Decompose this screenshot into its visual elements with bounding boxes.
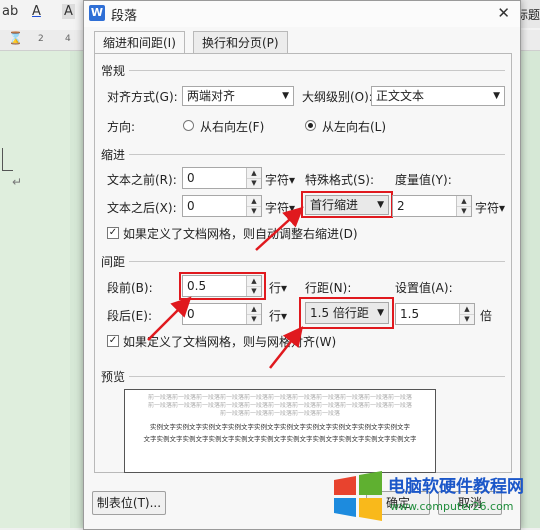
highlight-tool[interactable]: ab (2, 4, 18, 19)
set-value-value: 1.5 (400, 307, 420, 321)
set-value-spinner[interactable]: 1.5 ▲ ▼ (395, 303, 475, 325)
highlight-line-spacing (299, 297, 394, 329)
space-before-unit[interactable]: 行▾ (269, 279, 287, 296)
measure-unit[interactable]: 字符▾ (475, 199, 505, 216)
spin-down-icon[interactable]: ▼ (247, 314, 261, 324)
tab-line-page-breaks[interactable]: 换行和分页(P) (193, 31, 288, 54)
indent-before-unit[interactable]: 字符▾ (265, 171, 295, 188)
close-icon[interactable]: ✕ (497, 4, 510, 22)
ruler-tick: 4 (65, 34, 71, 44)
alignment-value: 两端对齐 (187, 89, 236, 103)
highlight-space-before (179, 272, 266, 300)
alignment-label: 对齐方式(G): (107, 90, 178, 104)
special-format-label: 特殊格式(S): (305, 173, 375, 187)
rtl-label: 从右向左(F) (200, 120, 265, 134)
divider (129, 261, 505, 262)
preview-previous-paragraph: 前一段落前一段落前一段落前一段落前一段落前一段落前一段落前一段落前一段落前一段落… (147, 394, 412, 401)
highlight-special-format (301, 191, 393, 218)
divider (129, 154, 505, 155)
document-page[interactable] (0, 51, 70, 528)
windows-logo-icon (334, 471, 382, 521)
ltr-label: 从左向右(L) (322, 120, 387, 134)
chevron-down-icon: ▼ (282, 91, 289, 101)
preview-previous-paragraph: 前一段落前一段落前一段落前一段落前一段落前一段落前一段落前一段落前一段落前一段落… (147, 402, 412, 409)
measure-spinner[interactable]: 2 ▲ ▼ (392, 195, 472, 217)
outline-level-label: 大纲级别(O): (302, 90, 373, 104)
dialog-title: 段落 (111, 9, 138, 24)
paragraph-mark: ↵ (12, 175, 23, 189)
divider (129, 70, 505, 71)
indent-grid-label: 如果定义了文档网格，则自动调整右缩进(D) (123, 227, 358, 241)
indent-before-value: 0 (187, 171, 195, 185)
space-after-spinner[interactable]: 0 ▲ ▼ (182, 303, 262, 325)
watermark-url: www.computer26.com (390, 500, 514, 513)
space-after-unit[interactable]: 行▾ (269, 307, 287, 324)
indent-after-label: 文本之后(X): (107, 201, 177, 215)
indent-before-spinner[interactable]: 0 ▲ ▼ (182, 167, 262, 189)
section-indent-title: 缩进 (101, 148, 126, 162)
alignment-select[interactable]: 两端对齐 ▼ (182, 86, 294, 106)
spin-down-icon[interactable]: ▼ (460, 314, 474, 324)
divider (129, 376, 505, 377)
char-shading-tool[interactable]: A (62, 4, 75, 19)
indent-after-unit[interactable]: 字符▾ (265, 199, 295, 216)
line-spacing-label: 行距(N): (305, 281, 352, 295)
wps-writer-icon: W (89, 5, 105, 21)
preview-box: 前一段落前一段落前一段落前一段落前一段落前一段落前一段落前一段落前一段落前一段落… (124, 389, 436, 473)
measure-label: 度量值(Y): (395, 173, 452, 187)
site-watermark: 电脑软硬件教程网 www.computer26.com (330, 468, 540, 528)
outline-level-select[interactable]: 正文文本 ▼ (371, 86, 505, 106)
set-value-label: 设置值(A): (395, 281, 453, 295)
preview-sample-text: 实例文字实例文字实例文字实例文字实例文字实例文字实例文字实例文字实例文字实例文字 (150, 423, 410, 431)
spacing-grid-label: 如果定义了文档网格，则与网格对齐(W) (123, 335, 337, 349)
spin-down-icon[interactable]: ▼ (247, 206, 261, 216)
margin-marker (2, 148, 13, 171)
set-value-unit: 倍 (480, 309, 493, 323)
paragraph-dialog: W 段落 ✕ 缩进和间距(I) 换行和分页(P) 常规 对齐方式(G): 两端对… (83, 0, 521, 530)
font-color-tool[interactable]: A (32, 4, 41, 19)
chevron-down-icon: ▼ (493, 91, 500, 101)
spin-down-icon[interactable]: ▼ (247, 178, 261, 188)
indent-grid-checkbox[interactable]: ✓ (107, 227, 119, 239)
indent-before-label: 文本之前(R): (107, 173, 177, 187)
rtl-radio[interactable] (183, 120, 194, 131)
indent-after-value: 0 (187, 199, 195, 213)
indent-marker-icon[interactable]: ⌛ (8, 31, 23, 45)
space-after-value: 0 (187, 307, 195, 321)
space-before-label: 段前(B): (107, 281, 153, 295)
section-preview-title: 预览 (101, 370, 126, 384)
preview-previous-paragraph: 前一段落前一段落前一段落前一段落前一段落 (219, 410, 340, 417)
tab-indent-spacing[interactable]: 缩进和间距(I) (94, 31, 185, 55)
watermark-text: 电脑软硬件教程网 (388, 477, 524, 497)
ruler-tick: 2 (38, 34, 44, 44)
indent-after-spinner[interactable]: 0 ▲ ▼ (182, 195, 262, 217)
direction-label: 方向: (107, 120, 136, 134)
dialog-titlebar[interactable]: W 段落 ✕ (84, 1, 520, 27)
preview-sample-text: 文字实例文字实例文字实例文字实例文字实例文字实例文字实例文字实例文字实例文字实例… (143, 435, 417, 443)
ltr-radio[interactable] (305, 120, 316, 131)
section-general-title: 常规 (101, 64, 126, 78)
section-spacing-title: 间距 (101, 255, 126, 269)
spacing-grid-checkbox[interactable]: ✓ (107, 335, 119, 347)
tab-stops-button[interactable]: 制表位(T)... (92, 491, 166, 515)
spin-down-icon[interactable]: ▼ (457, 206, 471, 216)
outline-level-value: 正文文本 (376, 89, 425, 103)
measure-value: 2 (397, 199, 405, 213)
space-after-label: 段后(E): (107, 309, 152, 323)
